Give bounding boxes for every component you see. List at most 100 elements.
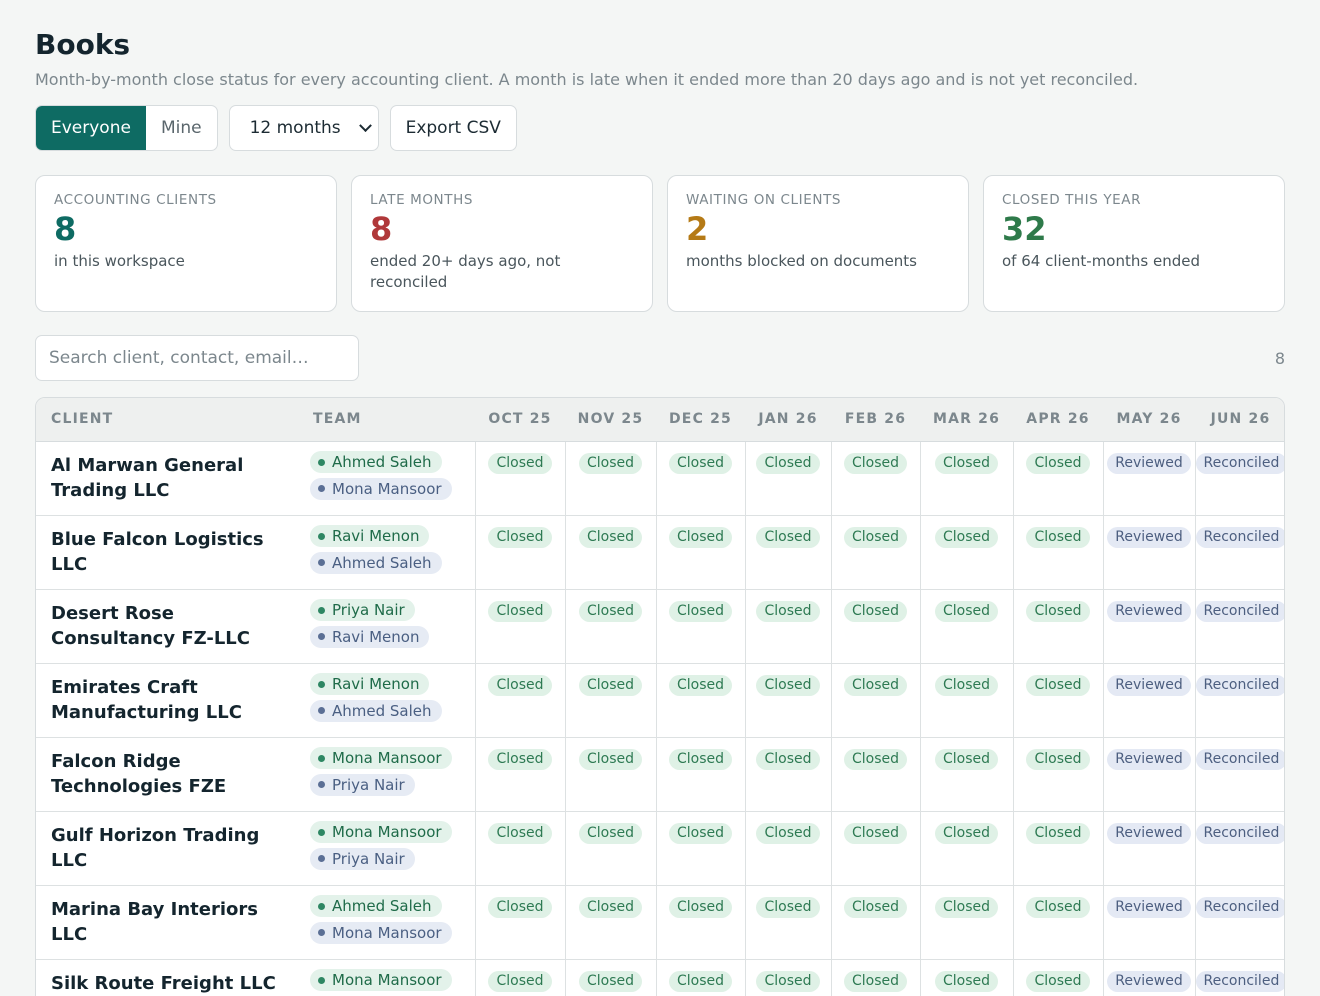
export-csv-button[interactable]: Export CSV xyxy=(389,105,517,151)
month-status-cell[interactable]: Reconciled xyxy=(1195,589,1284,664)
month-status-cell[interactable]: Closed xyxy=(565,959,657,996)
month-status-cell[interactable]: Closed xyxy=(475,885,566,960)
month-status-cell[interactable]: Reviewed xyxy=(1103,811,1196,886)
status-badge[interactable]: Reviewed xyxy=(1107,896,1191,918)
status-badge[interactable]: Reconciled xyxy=(1195,896,1284,918)
month-status-cell[interactable]: Closed xyxy=(1013,441,1104,516)
status-badge[interactable]: Closed xyxy=(934,822,999,844)
status-badge[interactable]: Closed xyxy=(756,896,820,918)
status-badge[interactable]: Reviewed xyxy=(1107,600,1191,622)
month-status-cell[interactable]: Closed xyxy=(475,441,566,516)
status-badge[interactable]: Closed xyxy=(578,526,643,548)
month-status-cell[interactable]: Reconciled xyxy=(1195,737,1284,812)
column-header-month[interactable]: DEC 25 xyxy=(656,398,745,442)
scope-everyone-button[interactable]: Everyone xyxy=(36,106,146,150)
status-badge[interactable]: Reconciled xyxy=(1195,748,1284,770)
status-badge[interactable]: Closed xyxy=(756,674,820,696)
client-name[interactable]: Desert Rose Consultancy FZ-LLC xyxy=(36,589,298,664)
status-badge[interactable]: Closed xyxy=(756,452,820,474)
range-select[interactable]: 12 months xyxy=(228,105,379,151)
status-badge[interactable]: Closed xyxy=(668,970,733,992)
month-status-cell[interactable]: Closed xyxy=(831,959,921,996)
month-status-cell[interactable]: Closed xyxy=(1013,663,1104,738)
status-badge[interactable]: Reviewed xyxy=(1107,748,1191,770)
month-status-cell[interactable]: Closed xyxy=(831,441,921,516)
status-badge[interactable]: Reconciled xyxy=(1195,674,1284,696)
month-status-cell[interactable]: Closed xyxy=(920,441,1014,516)
month-status-cell[interactable]: Closed xyxy=(565,589,657,664)
month-status-cell[interactable]: Reviewed xyxy=(1103,515,1196,590)
status-badge[interactable]: Closed xyxy=(578,452,643,474)
month-status-cell[interactable]: Closed xyxy=(920,663,1014,738)
month-status-cell[interactable]: Reviewed xyxy=(1103,885,1196,960)
status-badge[interactable]: Closed xyxy=(578,600,643,622)
client-name[interactable]: Gulf Horizon Trading LLC xyxy=(36,811,298,886)
month-status-cell[interactable]: Closed xyxy=(1013,959,1104,996)
status-badge[interactable]: Reconciled xyxy=(1195,600,1284,622)
status-badge[interactable]: Closed xyxy=(488,822,552,844)
status-badge[interactable]: Closed xyxy=(578,822,643,844)
column-header-month[interactable]: OCT 25 xyxy=(475,398,565,442)
month-status-cell[interactable]: Closed xyxy=(1013,885,1104,960)
month-status-cell[interactable]: Closed xyxy=(920,737,1014,812)
column-header-month[interactable]: FEB 26 xyxy=(831,398,920,442)
table-row[interactable]: Gulf Horizon Trading LLC Mona Mansoor Priy… xyxy=(36,811,1284,886)
status-badge[interactable]: Closed xyxy=(934,970,999,992)
table-row[interactable]: Falcon Ridge Technologies FZE Mona Mansoo… xyxy=(36,737,1284,812)
status-badge[interactable]: Closed xyxy=(488,526,552,548)
month-status-cell[interactable]: Closed xyxy=(831,737,921,812)
status-badge[interactable]: Closed xyxy=(1026,970,1090,992)
status-badge[interactable]: Closed xyxy=(668,452,733,474)
status-badge[interactable]: Closed xyxy=(843,600,908,622)
status-badge[interactable]: Closed xyxy=(1026,452,1090,474)
month-status-cell[interactable]: Reviewed xyxy=(1103,441,1196,516)
status-badge[interactable]: Closed xyxy=(578,748,643,770)
status-badge[interactable]: Reconciled xyxy=(1195,452,1284,474)
status-badge[interactable]: Closed xyxy=(668,674,733,696)
month-status-cell[interactable]: Closed xyxy=(745,737,832,812)
month-status-cell[interactable]: Reviewed xyxy=(1103,737,1196,812)
column-header-client[interactable]: CLIENT xyxy=(36,398,298,442)
status-badge[interactable]: Closed xyxy=(668,822,733,844)
month-status-cell[interactable]: Closed xyxy=(475,589,566,664)
status-badge[interactable]: Closed xyxy=(578,674,643,696)
month-status-cell[interactable]: Closed xyxy=(831,663,921,738)
status-badge[interactable]: Closed xyxy=(843,526,908,548)
status-badge[interactable]: Closed xyxy=(843,896,908,918)
month-status-cell[interactable]: Reconciled xyxy=(1195,811,1284,886)
month-status-cell[interactable]: Closed xyxy=(565,663,657,738)
status-badge[interactable]: Closed xyxy=(843,748,908,770)
status-badge[interactable]: Closed xyxy=(488,970,552,992)
month-status-cell[interactable]: Closed xyxy=(656,589,746,664)
month-status-cell[interactable]: Closed xyxy=(745,959,832,996)
status-badge[interactable]: Closed xyxy=(1026,896,1090,918)
month-status-cell[interactable]: Reconciled xyxy=(1195,441,1284,516)
month-status-cell[interactable]: Closed xyxy=(920,515,1014,590)
month-status-cell[interactable]: Closed xyxy=(920,811,1014,886)
status-badge[interactable]: Closed xyxy=(756,526,820,548)
client-name[interactable]: Marina Bay Interiors LLC xyxy=(36,885,298,960)
search-input[interactable] xyxy=(35,335,359,381)
status-badge[interactable]: Closed xyxy=(843,970,908,992)
month-status-cell[interactable]: Reconciled xyxy=(1195,515,1284,590)
status-badge[interactable]: Closed xyxy=(668,896,733,918)
status-badge[interactable]: Closed xyxy=(934,674,999,696)
client-name[interactable]: Al Marwan General Trading LLC xyxy=(36,441,298,516)
month-status-cell[interactable]: Closed xyxy=(831,589,921,664)
month-status-cell[interactable]: Closed xyxy=(1013,737,1104,812)
month-status-cell[interactable]: Closed xyxy=(831,811,921,886)
status-badge[interactable]: Reconciled xyxy=(1195,822,1284,844)
status-badge[interactable]: Closed xyxy=(668,748,733,770)
month-status-cell[interactable]: Closed xyxy=(565,515,657,590)
status-badge[interactable]: Closed xyxy=(488,452,552,474)
status-badge[interactable]: Closed xyxy=(934,600,999,622)
status-badge[interactable]: Closed xyxy=(578,896,643,918)
status-badge[interactable]: Closed xyxy=(1026,822,1090,844)
month-status-cell[interactable]: Closed xyxy=(831,515,921,590)
month-status-cell[interactable]: Closed xyxy=(656,811,746,886)
month-status-cell[interactable]: Closed xyxy=(1013,589,1104,664)
table-row[interactable]: Al Marwan General Trading LLC Ahmed Saleh… xyxy=(36,441,1284,516)
status-badge[interactable]: Reconciled xyxy=(1195,526,1284,548)
month-status-cell[interactable]: Closed xyxy=(745,589,832,664)
status-badge[interactable]: Reviewed xyxy=(1107,452,1191,474)
